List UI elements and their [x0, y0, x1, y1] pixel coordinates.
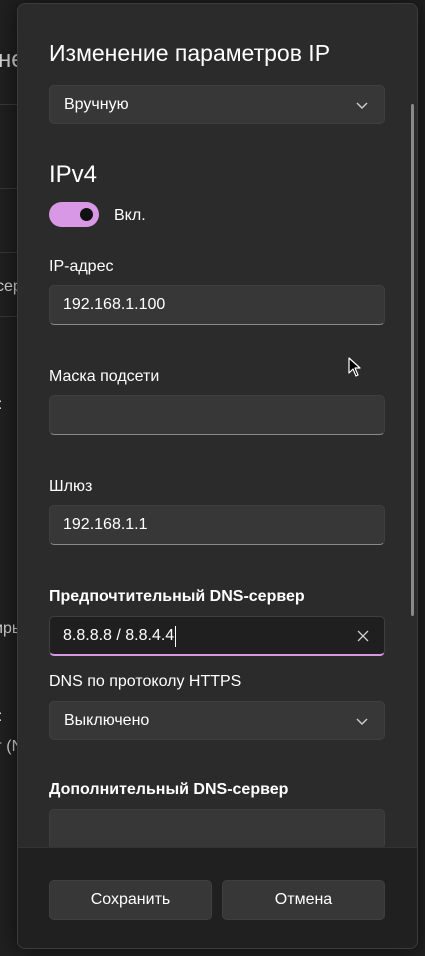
- preferred-dns-input[interactable]: 8.8.8.8 / 8.8.4.4: [49, 616, 385, 656]
- background-divider: [0, 104, 18, 105]
- subnet-mask-label: Маска подсети: [49, 368, 160, 385]
- edit-ip-settings-dialog: Изменение параметров IP Вручную IPv4 Вкл…: [17, 3, 418, 949]
- cancel-button[interactable]: Отмена: [222, 880, 385, 920]
- gateway-input[interactable]: 192.168.1.1: [49, 505, 385, 545]
- preferred-dns-label: Предпочтительный DNS-сервер: [49, 588, 305, 605]
- gateway-label: Шлюз: [49, 478, 93, 495]
- scrollbar[interactable]: [411, 104, 414, 616]
- ipv4-heading: IPv4: [49, 161, 98, 188]
- toggle-knob: [80, 208, 93, 221]
- ip-mode-dropdown[interactable]: Вручную: [49, 85, 385, 124]
- background-text-fragment: :: [0, 708, 2, 726]
- preferred-dns-value: 8.8.8.8 / 8.8.4.4: [63, 627, 175, 644]
- dns-https-dropdown[interactable]: Выключено: [49, 701, 385, 740]
- subnet-mask-input[interactable]: [49, 395, 385, 435]
- background-divider: [0, 188, 18, 189]
- ipv4-toggle-label: Вкл.: [114, 207, 146, 224]
- gateway-value: 192.168.1.1: [63, 516, 148, 533]
- dialog-footer: Сохранить Отмена: [18, 847, 417, 948]
- background-divider: [0, 316, 18, 317]
- background-text-fragment: :: [0, 396, 2, 414]
- ip-address-input[interactable]: 192.168.1.100: [49, 285, 385, 325]
- dialog-title: Изменение параметров IP: [49, 40, 331, 66]
- dns-https-label: DNS по протоколу HTTPS: [49, 673, 242, 690]
- background-divider: [0, 252, 18, 253]
- ip-address-label: IP-адрес: [49, 258, 114, 275]
- chevron-down-icon: [356, 718, 368, 725]
- mouse-pointer-icon: [348, 357, 361, 377]
- alternate-dns-input[interactable]: [49, 809, 385, 849]
- save-button[interactable]: Сохранить: [49, 880, 212, 920]
- chevron-down-icon: [356, 102, 368, 109]
- dns-https-value: Выключено: [64, 712, 150, 729]
- text-caret: [175, 626, 176, 647]
- clear-icon[interactable]: [357, 630, 369, 642]
- ipv4-toggle[interactable]: [49, 202, 99, 227]
- alternate-dns-label: Дополнительный DNS-сервер: [49, 781, 289, 798]
- ip-mode-value: Вручную: [64, 96, 129, 113]
- ip-address-value: 192.168.1.100: [63, 296, 166, 313]
